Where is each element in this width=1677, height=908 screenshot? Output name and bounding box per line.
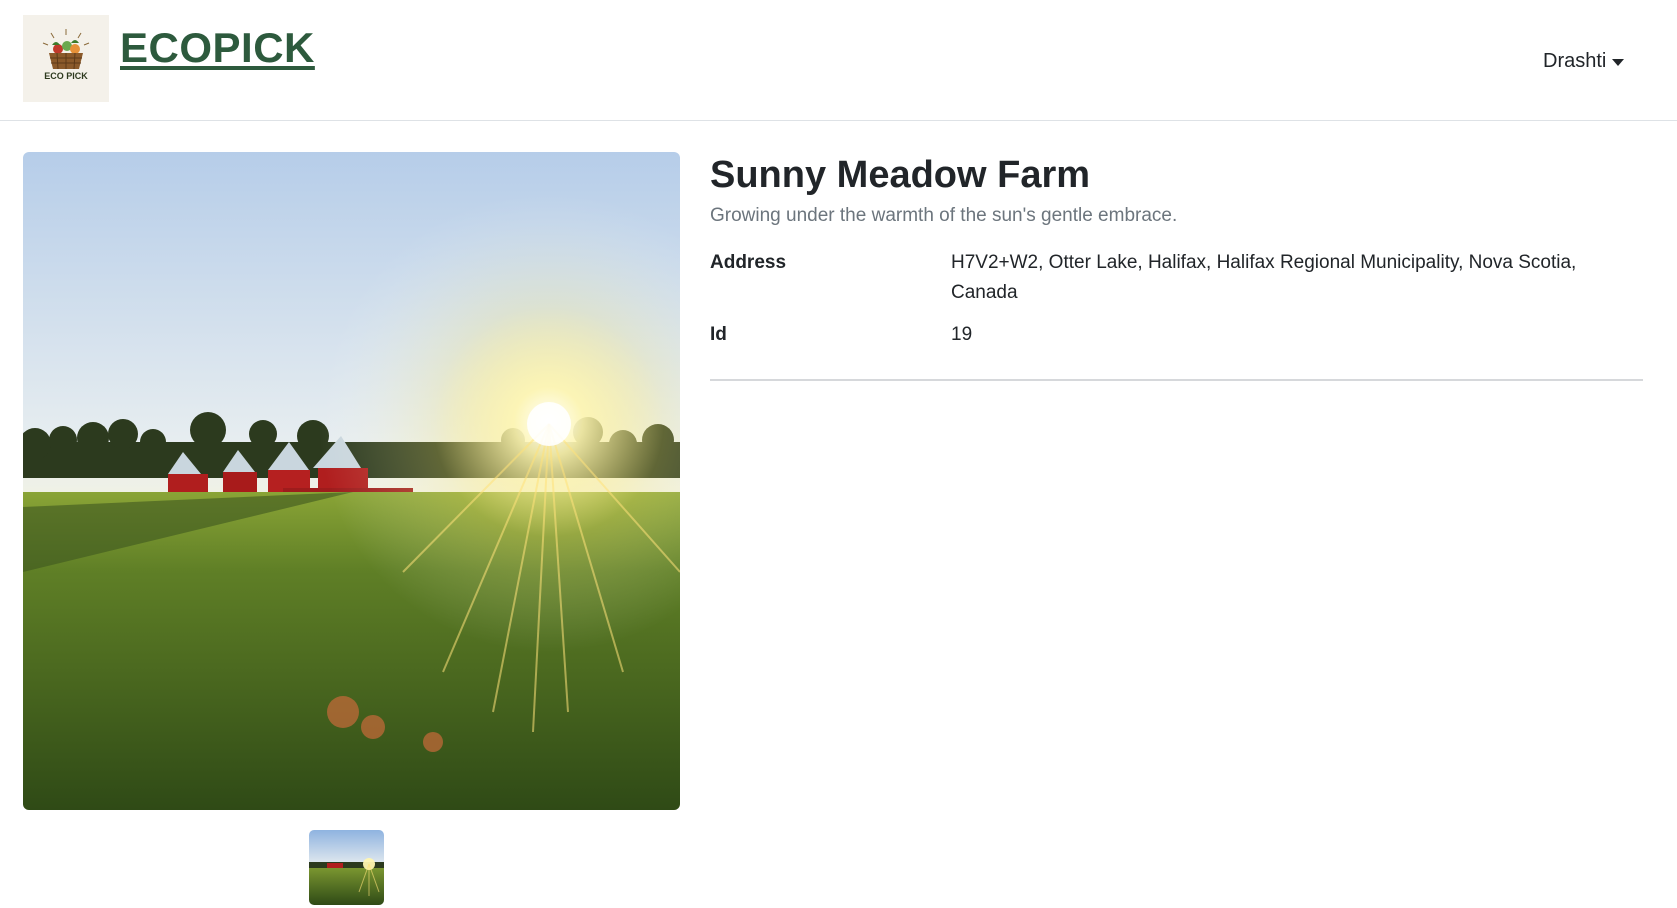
top-navbar: ECO PICK ECOPICK Drashti	[0, 0, 1677, 121]
logo[interactable]: ECO PICK	[23, 15, 109, 102]
user-name: Drashti	[1543, 49, 1607, 72]
farm-thumbnail[interactable]	[309, 830, 384, 905]
id-label: Id	[710, 324, 727, 345]
address-label: Address	[710, 252, 787, 273]
basket-logo-icon	[42, 29, 90, 70]
farm-thumbnail-image	[309, 830, 384, 905]
details-divider	[710, 379, 1643, 381]
logo-text: ECO PICK	[44, 71, 88, 81]
farm-tagline: Growing under the warmth of the sun's ge…	[710, 205, 1178, 226]
farm-landscape-image	[23, 152, 680, 810]
farm-main-image[interactable]	[23, 152, 680, 810]
farm-title: Sunny Meadow Farm	[710, 154, 1091, 196]
user-menu-dropdown[interactable]: Drashti	[1543, 47, 1625, 75]
brand-link[interactable]: ECOPICK	[120, 24, 315, 72]
caret-down-icon	[1612, 58, 1625, 66]
address-value: H7V2+W2, Otter Lake, Halifax, Halifax Re…	[951, 252, 1577, 303]
id-value: 19	[951, 324, 973, 345]
